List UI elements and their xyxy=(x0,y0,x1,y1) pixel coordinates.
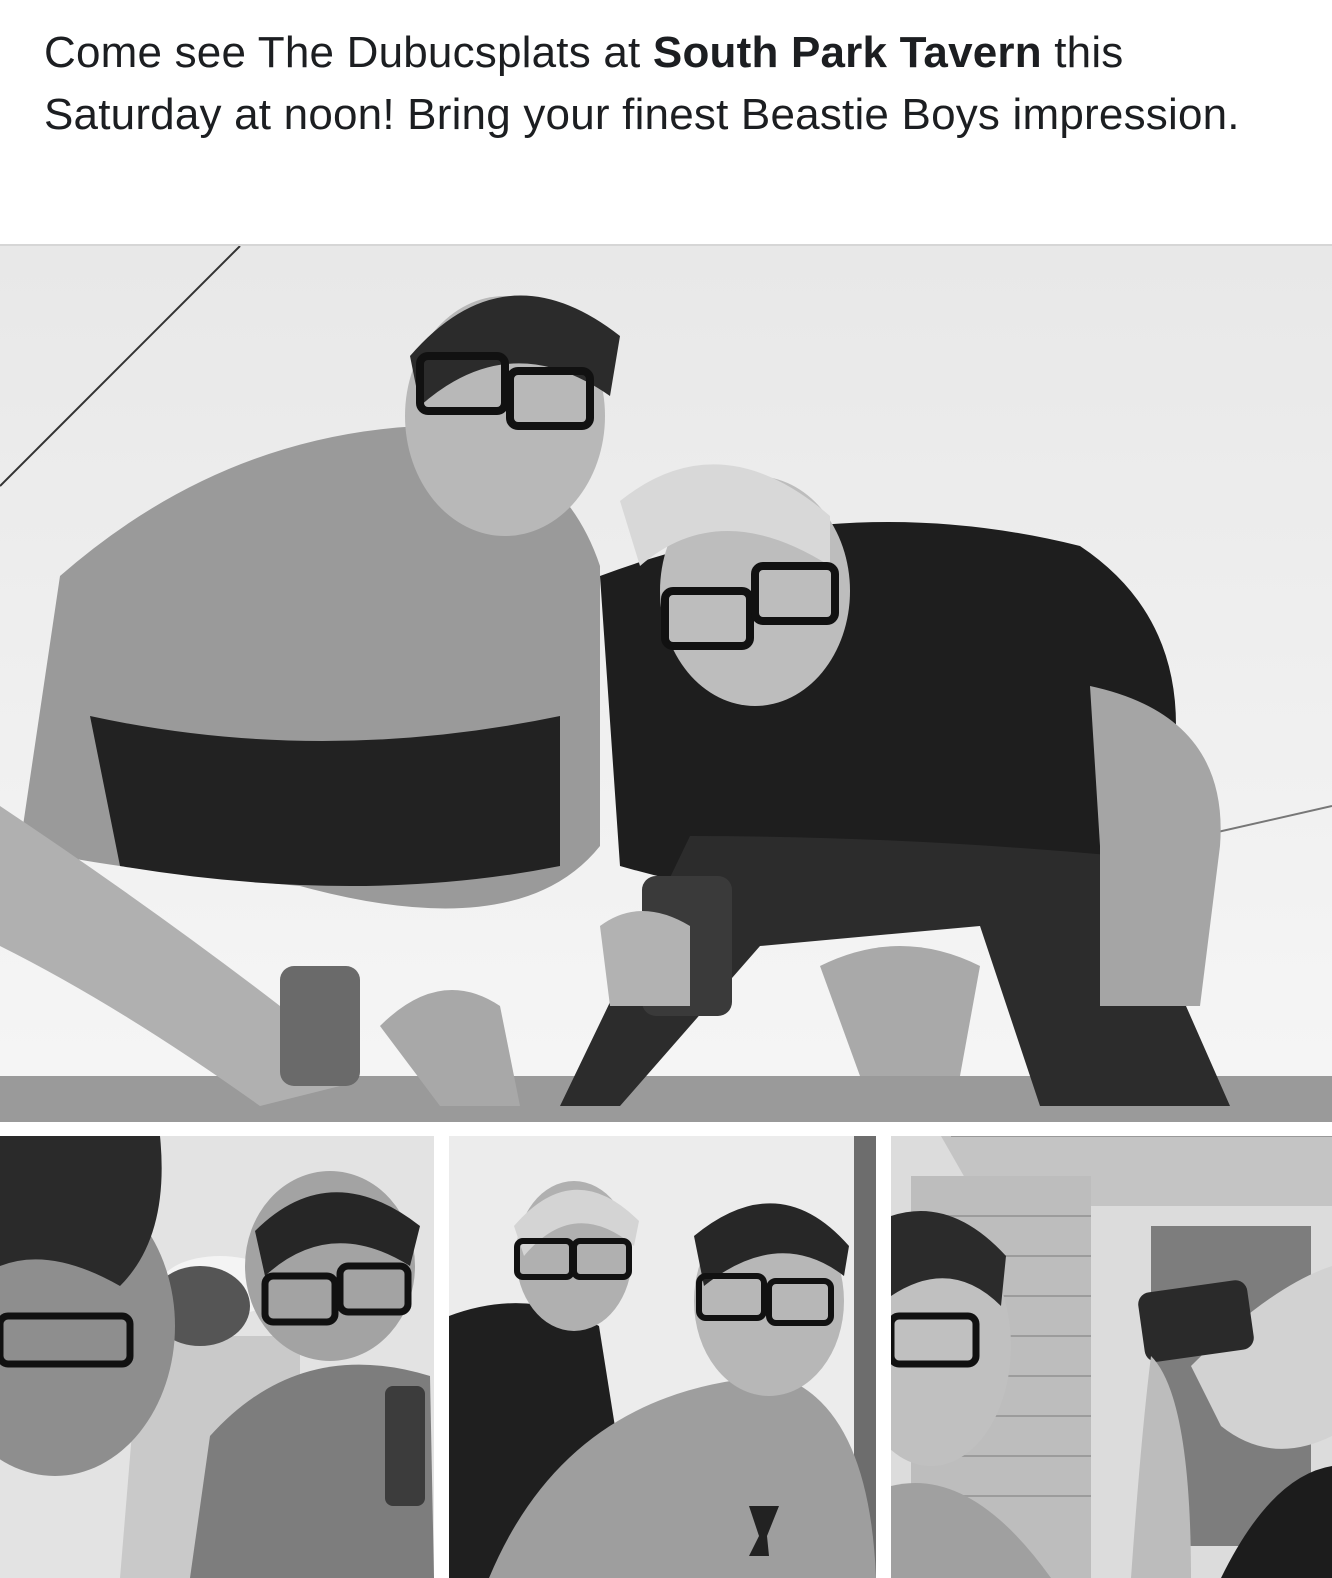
photo-two-men-crouching-icon xyxy=(0,246,1332,1122)
main-photo[interactable] xyxy=(0,246,1332,1122)
thumbnail-photo-2[interactable] xyxy=(449,1136,876,1578)
thumbnail-photo-3[interactable] xyxy=(891,1136,1332,1578)
photo-selfie-two-men-outdoors-icon xyxy=(449,1136,876,1578)
photo-man-drinking-can-icon xyxy=(891,1136,1332,1578)
photo-selfie-two-men-icon xyxy=(0,1136,434,1578)
post-text-before: Come see The Dubucsplats at xyxy=(44,28,653,77)
post-message: Come see The Dubucsplats at South Park T… xyxy=(44,22,1304,146)
thumbnail-photo-1[interactable] xyxy=(0,1136,434,1578)
photo-gap xyxy=(0,1122,1332,1136)
venue-link[interactable]: South Park Tavern xyxy=(653,28,1042,77)
